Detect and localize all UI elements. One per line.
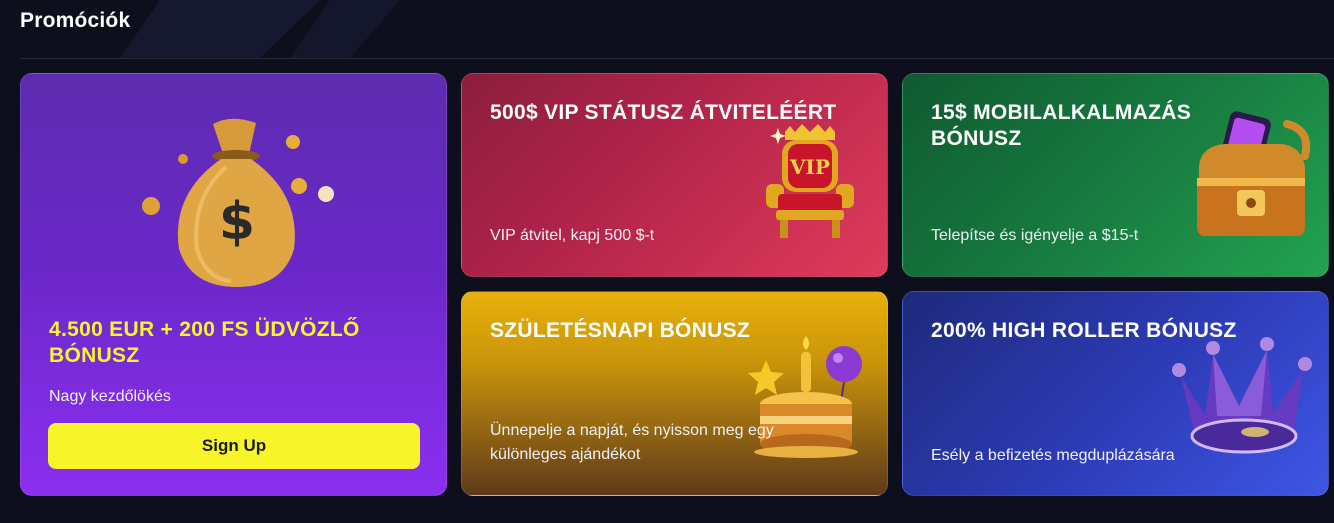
card-title: 500$ VIP STÁTUSZ ÁTVITELÉÉRT [490,101,837,124]
card-title: 15$ MOBILALKALMAZÁS BÓNUSZ [931,101,1192,150]
section-divider [20,58,1334,59]
vip-throne-icon: VIP [766,124,854,238]
svg-text:$: $ [219,192,255,252]
card-description: Esély a befizetés megduplázására [931,447,1175,464]
card-description: Telepítse és igényelje a $15-t [931,227,1139,244]
card-title: 200% HIGH ROLLER BÓNUSZ [931,319,1237,342]
promo-card-birthday[interactable]: SZÜLETÉSNAPI BÓNUSZ Ünnepelje a napját, … [461,291,888,496]
section-title: Promóciók [20,9,131,32]
card-description: Ünnepelje a napját, és nyisson meg egy k… [490,422,774,463]
card-title: SZÜLETÉSNAPI BÓNUSZ [490,319,751,342]
promo-card-highroller[interactable]: 200% HIGH ROLLER BÓNUSZ Esély a befizeté… [902,291,1329,496]
card-description: VIP átvitel, kapj 500 $-t [490,227,655,244]
card-description: Nagy kezdőlökés [49,388,171,405]
svg-text:VIP: VIP [789,155,830,179]
promo-card-welcome[interactable]: $ 4.500 EUR + 200 FS ÜDVÖZLŐ BÓNUSZ Nagy… [20,73,447,496]
promo-card-mobile[interactable]: 15$ MOBILALKALMAZÁS BÓNUSZ Telepítse és … [902,73,1329,277]
money-bag-icon: $ [142,118,334,287]
crown-icon [1172,337,1312,454]
promo-card-vip[interactable]: 500$ VIP STÁTUSZ ÁTVITELÉÉRT VIP VIP átv… [461,73,888,277]
card-title: 4.500 EUR + 200 FS ÜDVÖZLŐ BÓNUSZ [49,318,360,367]
sign-up-button[interactable]: Sign Up [48,423,420,469]
